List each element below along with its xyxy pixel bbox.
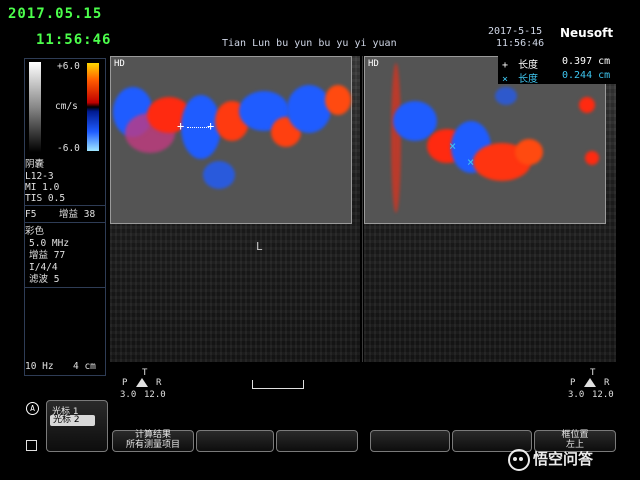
exam-type: 阴囊	[25, 159, 45, 170]
depth-value: 4 cm	[73, 361, 96, 372]
color-filter: 滤波 5	[29, 274, 60, 285]
measure-2-value: 0.244 cm	[562, 70, 611, 81]
gray-scale-bar	[29, 62, 41, 152]
probe-triangle-icon	[136, 378, 148, 387]
mechanical-index: MI 1.0	[25, 182, 60, 193]
header-time: 11:56:46	[496, 38, 545, 49]
color-ratio: I/4/4	[29, 262, 58, 273]
focus-value: F5	[25, 209, 37, 220]
scale-top-value: +6.0	[57, 61, 80, 72]
overlay-date: 2017.05.15	[8, 6, 103, 22]
orientation-v1: 3.0	[568, 390, 585, 400]
brand-logo: Neusoft	[560, 26, 614, 40]
scale-bottom-value: -6.0	[57, 143, 80, 154]
measure-2-symbol: ×	[502, 74, 509, 85]
left-ultrasound-image[interactable]: + + HD L	[110, 56, 360, 362]
orientation-p: P	[570, 378, 576, 388]
orientation-r: R	[604, 378, 610, 388]
cursor-a-icon[interactable]: A	[26, 402, 39, 415]
gain-value: 增益 38	[59, 209, 96, 220]
right-hd-label: HD	[368, 59, 379, 69]
softkey-empty-3[interactable]	[276, 430, 358, 452]
color-velocity-scale	[87, 63, 99, 151]
watermark: 悟空问答	[508, 448, 636, 472]
thermal-index: TIS 0.5	[25, 193, 66, 204]
right-ultrasound-image[interactable]: × × HD	[364, 56, 616, 362]
left-color-roi-box[interactable]: + + HD	[110, 56, 352, 224]
measure-cross-start[interactable]: +	[177, 119, 184, 133]
prf-value: 10 Hz	[25, 361, 54, 372]
cursor-option-2-selected[interactable]: 光标 2	[50, 415, 95, 426]
color-frequency: 5.0 MHz	[29, 238, 70, 249]
measure-cross-end[interactable]: +	[207, 119, 214, 133]
watermark-logo-icon	[508, 448, 530, 471]
hospital-name: Tian Lun bu yun bu yu yi yuan	[222, 38, 397, 49]
parameter-panel: +6.0 cm/s -6.0 阴囊 L12-3 MI 1.0 TIS 0.5 F…	[24, 58, 106, 376]
orientation-v2: 12.0	[144, 390, 166, 400]
orientation-v2: 12.0	[592, 390, 614, 400]
orientation-t: T	[142, 368, 148, 378]
header-date: 2017-5-15	[488, 26, 543, 37]
measure-2-label: 长度	[518, 74, 539, 85]
measurement-results: + 长度 0.397 cm × 长度 0.244 cm	[498, 56, 616, 85]
color-gain: 增益 77	[29, 250, 66, 261]
orientation-right: T P R 3.0 12.0	[568, 368, 618, 402]
measure-x-end[interactable]: ×	[467, 155, 474, 169]
image-marker-l: L	[256, 240, 263, 253]
probe-triangle-icon	[584, 378, 596, 387]
cursor-checkbox[interactable]	[26, 440, 37, 451]
cursor-select-panel[interactable]: 光标 1 光标 2	[46, 400, 108, 452]
orientation-t: T	[590, 368, 596, 378]
softkey-empty-4[interactable]	[370, 430, 450, 452]
watermark-text: 悟空问答	[533, 450, 594, 468]
calc-results-button[interactable]: 计算结果 所有测量项目	[112, 430, 194, 452]
scale-unit: cm/s	[55, 101, 78, 112]
all-measurements-label: 所有测量项目	[125, 439, 180, 450]
hd-label: HD	[114, 59, 125, 69]
depth-scale-bar	[252, 380, 304, 389]
measure-x-start[interactable]: ×	[449, 139, 456, 153]
orientation-v1: 3.0	[120, 390, 137, 400]
softkey-empty-2[interactable]	[196, 430, 274, 452]
measure-1-value: 0.397 cm	[562, 56, 611, 67]
orientation-p: P	[122, 378, 128, 388]
color-mode-title: 彩色	[25, 226, 45, 237]
orientation-r: R	[156, 378, 162, 388]
overlay-time: 11:56:46	[36, 32, 112, 48]
probe-model: L12-3	[25, 171, 54, 182]
orientation-left: T P R 3.0 12.0	[120, 368, 170, 402]
